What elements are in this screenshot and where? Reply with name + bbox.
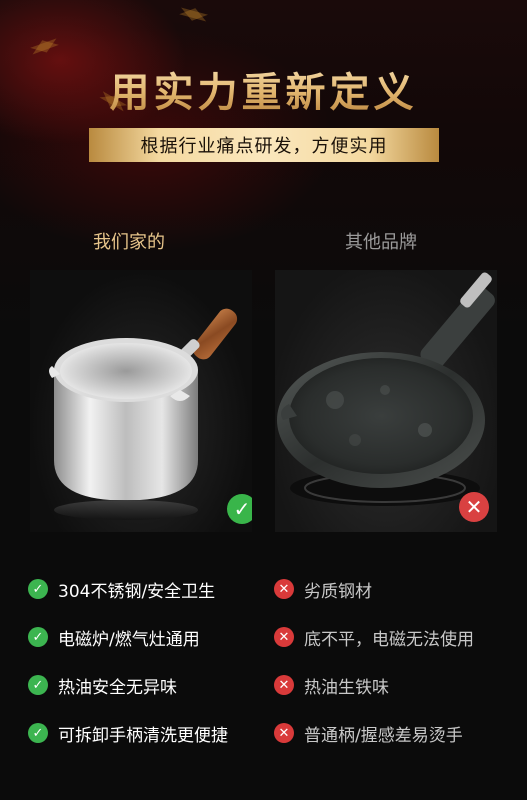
feature-text: 电磁炉/燃气灶通用 [58,629,200,650]
list-item: ✕ 普通柄/握感差易烫手 [274,709,524,757]
feature-text: 可拆卸手柄清洗更便捷 [58,725,228,746]
our-pan-image: ✓ [30,270,252,532]
cross-badge: ✕ [459,492,489,522]
list-item: ✓ 可拆卸手柄清洗更便捷 [28,709,278,757]
cross-icon: ✕ [274,579,294,599]
cross-icon: ✕ [274,675,294,695]
star-decoration [29,35,59,55]
feature-text: 热油生铁味 [304,677,389,698]
feature-text: 普通柄/握感差易烫手 [304,725,463,746]
cross-icon: ✕ [274,627,294,647]
list-item: ✕ 热油生铁味 [274,661,524,709]
star-decoration [179,4,209,22]
feature-text: 底不平，电磁无法使用 [304,629,474,650]
theirs-column-label: 其他品牌 [345,232,417,253]
rusty-pan-illustration [277,272,495,506]
cross-icon: ✕ [465,495,483,519]
list-item: ✓ 热油安全无异味 [28,661,278,709]
check-icon: ✓ [28,627,48,647]
cross-icon: ✕ [274,723,294,743]
check-icon: ✓ [28,579,48,599]
feature-text: 热油安全无异味 [58,677,177,698]
page-title: 用实力重新定义 [0,60,527,118]
other-feature-list: ✕ 劣质钢材 ✕ 底不平，电磁无法使用 ✕ 热油生铁味 ✕ 普通柄/握感差易烫手 [274,565,524,757]
check-icon: ✓ [28,723,48,743]
our-feature-list: ✓ 304不锈钢/安全卫生 ✓ 电磁炉/燃气灶通用 ✓ 热油安全无异味 ✓ 可拆… [28,565,278,757]
check-badge: ✓ [227,494,252,524]
feature-text: 304不锈钢/安全卫生 [58,581,216,602]
subtitle-banner: 根据行业痛点研发，方便实用 [89,128,439,162]
list-item: ✕ 劣质钢材 [274,565,524,613]
other-pan-image: ✕ [275,270,497,532]
check-icon: ✓ [233,497,251,521]
check-icon: ✓ [28,675,48,695]
list-item: ✓ 304不锈钢/安全卫生 [28,565,278,613]
subtitle-text: 根据行业痛点研发，方便实用 [140,136,388,157]
ours-column-label: 我们家的 [93,232,165,253]
feature-text: 劣质钢材 [304,581,372,602]
list-item: ✕ 底不平，电磁无法使用 [274,613,524,661]
list-item: ✓ 电磁炉/燃气灶通用 [28,613,278,661]
stainless-pan-illustration [49,308,238,520]
